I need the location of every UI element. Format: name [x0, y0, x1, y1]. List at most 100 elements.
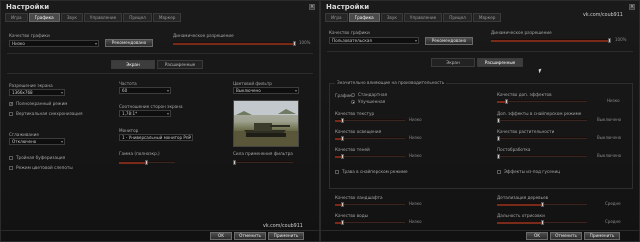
aa-label: Сглаживание: [9, 132, 39, 137]
standard-radio[interactable]: [351, 93, 355, 97]
tab-controls[interactable]: Управление: [403, 13, 443, 22]
recommended-button[interactable]: Рекомендовано: [105, 39, 153, 47]
resolution-dropdown[interactable]: 1366x768: [9, 89, 65, 96]
filter-label: Цветовой фильтр: [233, 81, 272, 86]
filter-strength-slider[interactable]: [233, 160, 293, 165]
shadows-value: Низко: [409, 153, 422, 158]
extra-effects-label: Качество доп. эффектов: [497, 92, 552, 97]
bottom-bar: OK Отменить Применить: [1, 230, 319, 241]
postprocess-slider[interactable]: [497, 154, 587, 159]
dyn-res-label: Динамическое разрешение: [491, 30, 552, 35]
postprocess-value: Выключено: [597, 153, 622, 158]
divider: [327, 51, 633, 52]
tab-graphics[interactable]: Графика: [28, 13, 60, 22]
extra-effects-slider[interactable]: [497, 99, 587, 104]
watermark-text: vk.com/coub911: [263, 224, 303, 229]
subtab-screen[interactable]: Экран: [111, 60, 155, 69]
texture-value: Низко: [409, 117, 422, 122]
detail-slider[interactable]: [497, 202, 587, 207]
dyn-res-value: 100%: [299, 40, 311, 45]
recommended-button[interactable]: Рекомендовано: [425, 37, 473, 45]
filter-strength-label: Сила применения фильтра: [233, 151, 293, 156]
tab-controls[interactable]: Управление: [83, 13, 123, 22]
close-icon[interactable]: ×: [629, 4, 635, 10]
vsync-checkbox[interactable]: [9, 112, 13, 116]
color-mode-label: Режим цветовой слепоты: [16, 165, 73, 170]
texture-label: Качество текстур: [335, 111, 375, 116]
quality-label: Качество графики: [329, 30, 370, 35]
improved-radio[interactable]: [351, 100, 355, 104]
extra-effects-value: Низко: [607, 98, 620, 103]
lighting-label: Качество освещения: [335, 129, 382, 134]
bottom-bar: OK Отменить Применить: [321, 230, 639, 241]
tab-game[interactable]: Игра: [5, 13, 28, 22]
sniper-effects-slider[interactable]: [497, 118, 587, 123]
quality-label: Качество графики: [9, 33, 50, 38]
aa-dropdown[interactable]: Отключено: [9, 138, 65, 145]
track-effects-checkbox[interactable]: [497, 170, 501, 174]
dyn-res-label: Динамическое разрешение: [173, 33, 234, 38]
water-slider[interactable]: [335, 220, 405, 225]
detail-value: Средне: [605, 201, 621, 206]
tab-graphics[interactable]: Графика: [348, 13, 380, 22]
fullscreen-label: Полноэкранный режим: [16, 101, 68, 106]
subtab-advanced[interactable]: Расширенные: [477, 58, 523, 67]
shadows-label: Качество теней: [335, 147, 370, 152]
watermark-text: vk.com/coub911: [583, 13, 623, 18]
sniper-effects-value: Выключено: [597, 117, 622, 122]
gamma-slider[interactable]: [119, 160, 175, 165]
tab-sound[interactable]: Звук: [380, 13, 403, 22]
close-icon[interactable]: ×: [309, 4, 315, 10]
shadows-slider[interactable]: [335, 154, 405, 159]
draw-distance-slider[interactable]: [497, 220, 587, 225]
dyn-res-slider[interactable]: [173, 41, 296, 46]
apply-button[interactable]: Применить: [268, 232, 304, 240]
sniper-effects-label: Доп. эффекты в снайперском режиме: [497, 111, 582, 116]
frequency-label: Частота: [119, 81, 137, 86]
cancel-button[interactable]: Отменить: [550, 232, 582, 240]
tab-sight[interactable]: Прицел: [123, 13, 152, 22]
tab-sight[interactable]: Прицел: [443, 13, 472, 22]
aspect-dropdown[interactable]: 1,78:1*: [119, 110, 171, 117]
grass-sniper-checkbox[interactable]: [335, 170, 339, 174]
frequency-dropdown[interactable]: 60: [119, 87, 171, 94]
quality-dropdown[interactable]: Низко: [9, 40, 99, 47]
tab-game[interactable]: Игра: [325, 13, 348, 22]
standard-label: Стандартная: [358, 92, 388, 97]
quality-dropdown[interactable]: Пользовательская: [329, 37, 419, 44]
divider: [7, 73, 313, 74]
window-title: Настройки: [6, 3, 50, 11]
tab-marker[interactable]: Маркер: [472, 13, 502, 22]
landscape-slider[interactable]: [335, 202, 405, 207]
monitor-dropdown[interactable]: 1 - Универсальный монитор PnP (: [119, 134, 193, 141]
tab-sound[interactable]: Звук: [60, 13, 83, 22]
subtab-screen[interactable]: Экран: [431, 58, 475, 67]
mouse-cursor-icon: [538, 68, 543, 74]
tab-marker[interactable]: Маркер: [152, 13, 182, 22]
filter-dropdown[interactable]: Выключено: [233, 87, 299, 94]
lighting-slider[interactable]: [335, 136, 405, 141]
tank-preview-image: [233, 100, 299, 147]
settings-window-right: Настройки × Игра Графика Звук Управление…: [320, 0, 640, 242]
subtab-advanced[interactable]: Расширенные: [157, 60, 203, 69]
landscape-value: Низко: [409, 201, 422, 206]
cancel-button[interactable]: Отменить: [234, 232, 266, 240]
dyn-res-slider[interactable]: [491, 38, 611, 43]
divider: [7, 53, 313, 54]
fullscreen-checkbox[interactable]: [9, 101, 13, 106]
water-label: Качество воды: [335, 213, 368, 218]
color-mode-checkbox[interactable]: [9, 166, 13, 170]
detail-label: Детализация деревьев: [497, 195, 549, 200]
tab-bar: Игра Графика Звук Управление Прицел Марк…: [5, 13, 182, 22]
improved-label: Улучшенная: [358, 99, 386, 104]
ok-button[interactable]: OK: [526, 232, 548, 240]
ok-button[interactable]: OK: [210, 232, 232, 240]
vegetation-slider[interactable]: [497, 136, 587, 141]
texture-slider[interactable]: [335, 118, 405, 123]
gamma-label: Гамма (полноэкр.): [119, 151, 160, 156]
landscape-label: Качество ландшафта: [335, 195, 383, 200]
triple-buffer-checkbox[interactable]: [9, 156, 13, 160]
apply-button[interactable]: Применить: [584, 232, 620, 240]
aspect-label: Соотношение сторон экрана: [119, 104, 183, 109]
vegetation-value: Выключено: [597, 135, 622, 140]
